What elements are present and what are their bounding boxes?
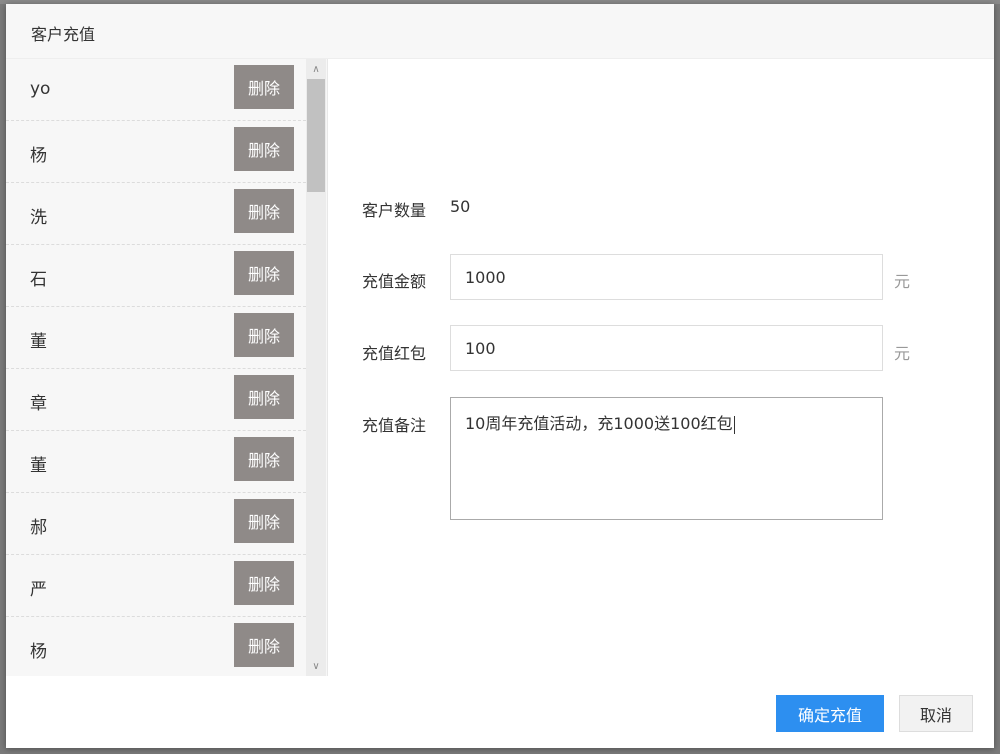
list-scrollbar[interactable]: ∧ ∨: [306, 59, 326, 676]
customer-name: 石: [30, 270, 47, 290]
customer-name: 章: [30, 394, 47, 414]
customer-name: 郝: [30, 518, 47, 538]
customer-name: 洗: [30, 208, 47, 228]
customer-count-value: 50: [450, 197, 471, 216]
scroll-thumb[interactable]: [307, 79, 325, 192]
dialog-title: 客户充值: [31, 25, 96, 44]
text-caret: [733, 415, 735, 434]
customer-name: 严: [30, 580, 47, 600]
customer-name: yo: [30, 79, 51, 99]
customer-name: 董: [30, 456, 47, 476]
dialog-header: 客户充值: [6, 4, 994, 59]
delete-button[interactable]: 删除: [234, 623, 294, 667]
customer-name: 董: [30, 332, 47, 352]
delete-button[interactable]: 删除: [234, 499, 294, 543]
amount-label: 充值金额: [362, 272, 427, 291]
list-item: 石 删除: [6, 245, 306, 307]
note-text: 10周年充值活动，充1000送100红包: [465, 414, 733, 433]
list-item: 章 删除: [6, 369, 306, 431]
amount-unit: 元: [894, 272, 911, 291]
cancel-button[interactable]: 取消: [899, 695, 973, 732]
confirm-recharge-button[interactable]: 确定充值: [776, 695, 884, 732]
customer-name: 杨: [30, 146, 47, 166]
delete-button[interactable]: 删除: [234, 127, 294, 171]
bonus-unit: 元: [894, 344, 911, 363]
delete-button[interactable]: 删除: [234, 437, 294, 481]
recharge-dialog: 客户充值 yo 删除 杨 删除 洗 删除 石 删除 董 删除 章 删除 董 删除: [6, 4, 994, 748]
list-item: 郝 删除: [6, 493, 306, 555]
bonus-input[interactable]: 100: [450, 325, 883, 371]
customer-name: 杨: [30, 642, 47, 662]
note-label: 充值备注: [362, 416, 427, 435]
list-item: yo 删除: [6, 59, 306, 121]
delete-button[interactable]: 删除: [234, 189, 294, 233]
delete-button[interactable]: 删除: [234, 375, 294, 419]
list-item: 董 删除: [6, 307, 306, 369]
customer-list: yo 删除 杨 删除 洗 删除 石 删除 董 删除 章 删除 董 删除 郝 删除: [6, 59, 328, 676]
amount-input[interactable]: 1000: [450, 254, 883, 300]
delete-button[interactable]: 删除: [234, 251, 294, 295]
delete-button[interactable]: 删除: [234, 65, 294, 109]
list-item: 严 删除: [6, 555, 306, 617]
list-item: 董 删除: [6, 431, 306, 493]
list-item: 杨 删除: [6, 121, 306, 183]
note-textarea[interactable]: 10周年充值活动，充1000送100红包: [450, 397, 883, 520]
scroll-down-icon[interactable]: ∨: [306, 658, 326, 674]
list-item: 洗 删除: [6, 183, 306, 245]
delete-button[interactable]: 删除: [234, 313, 294, 357]
delete-button[interactable]: 删除: [234, 561, 294, 605]
bonus-label: 充值红包: [362, 344, 427, 363]
scroll-up-icon[interactable]: ∧: [306, 61, 326, 77]
customer-count-label: 客户数量: [362, 201, 427, 220]
list-item: 杨 删除: [6, 617, 306, 676]
